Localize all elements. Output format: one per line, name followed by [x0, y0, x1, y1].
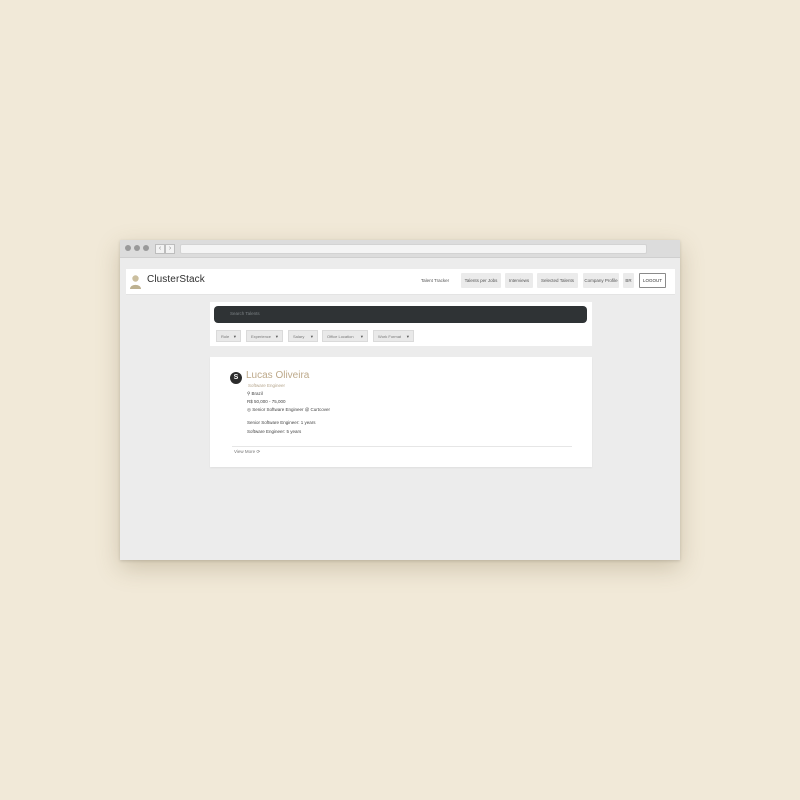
candidate-card[interactable]: S Lucas Oliveira Software Engineer ⚲ Bra… — [210, 357, 592, 467]
browser-window: ‹ › ClusterStack Talent Tracker Talents … — [120, 240, 680, 560]
filter-label: Experience — [251, 334, 272, 339]
minimize-window-dot[interactable] — [134, 245, 140, 251]
nav-selected-talents[interactable]: Selected Talents — [537, 273, 578, 288]
experience-item: Senior Software Engineer: 1 years — [247, 420, 316, 425]
nav-company-profile[interactable]: Company Profile — [583, 273, 619, 288]
back-icon[interactable]: ‹ — [155, 244, 165, 254]
language-switch[interactable]: BR — [623, 273, 634, 288]
logout-button[interactable]: LOGOUT — [639, 273, 666, 288]
filter-label: Salary — [293, 334, 305, 339]
filter-label: Role — [221, 334, 230, 339]
chevron-down-icon: ▾ — [310, 334, 313, 339]
nav-talents-per-jobs[interactable]: Talents per Jobs — [461, 273, 501, 288]
current-position-text: Senior Software Engineer @ Curtcover — [252, 407, 331, 412]
filter-work-format[interactable]: Work Format ▾ — [373, 330, 414, 342]
search-input[interactable]: Search Talents — [214, 306, 587, 323]
candidate-role: Software Engineer — [248, 383, 286, 388]
candidate-location: ⚲ Brazil — [247, 391, 263, 397]
filter-label: Work Format — [378, 334, 402, 339]
view-more-link[interactable]: View More ⟳ — [234, 449, 260, 455]
candidate-name[interactable]: Lucas Oliveira — [246, 370, 309, 381]
card-divider — [232, 446, 572, 447]
nav-interviews[interactable]: Interviews — [505, 273, 533, 288]
search-placeholder: Search Talents — [230, 311, 260, 316]
filter-office-location[interactable]: Office Location ▾ — [322, 330, 368, 342]
view-more-label: View More — [234, 449, 256, 454]
maximize-window-dot[interactable] — [143, 245, 149, 251]
location-text: Brazil — [251, 391, 263, 396]
address-bar[interactable] — [180, 244, 647, 254]
candidate-salary: R$ 50,000 - 75,000 — [247, 399, 286, 404]
forward-icon[interactable]: › — [165, 244, 175, 254]
search-panel: Search Talents Role ▾ Experience ▾ Salary ▾… — [210, 302, 592, 346]
chevron-down-icon: ▾ — [233, 334, 236, 339]
filter-role[interactable]: Role ▾ — [216, 330, 241, 342]
person-icon — [130, 275, 141, 289]
chevron-down-icon: ▾ — [275, 334, 278, 339]
nav-talent-tracker[interactable]: Talent Tracker — [416, 273, 454, 288]
top-navbar: ClusterStack Talent Tracker Talents per … — [126, 269, 675, 295]
filter-label: Office Location — [327, 334, 354, 339]
salary-text: R$ 50,000 - 75,000 — [247, 399, 286, 404]
stack-logo-icon: S — [230, 372, 242, 384]
close-window-dot[interactable] — [125, 245, 131, 251]
filter-salary[interactable]: Salary ▾ — [288, 330, 318, 342]
candidate-current-position: ◎ Senior Software Engineer @ Curtcover — [247, 407, 330, 413]
browser-chrome: ‹ › — [120, 240, 680, 258]
chevron-right-icon: ⟳ — [256, 449, 261, 454]
experience-item: Software Engineer: 5 years — [247, 429, 302, 434]
brand-name[interactable]: ClusterStack — [147, 274, 205, 285]
chevron-down-icon: ▾ — [406, 334, 409, 339]
filter-experience[interactable]: Experience ▾ — [246, 330, 283, 342]
chevron-down-icon: ▾ — [360, 334, 363, 339]
